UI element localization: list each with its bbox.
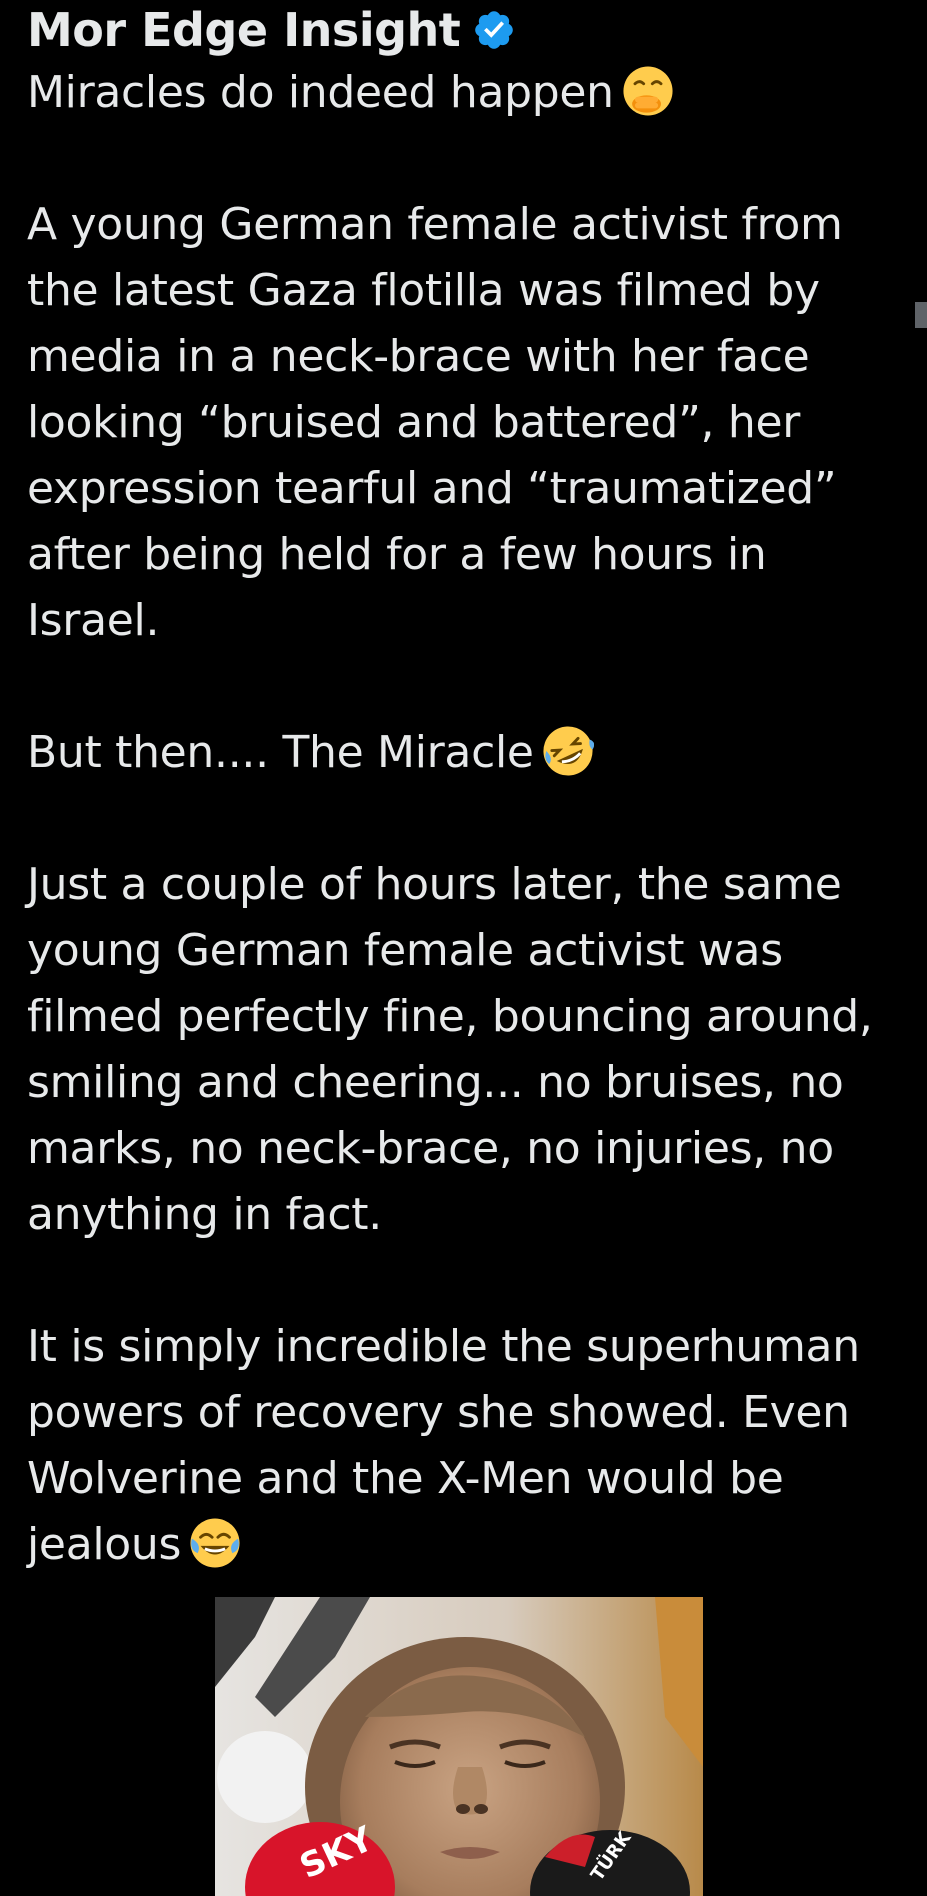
tweet-text: Miracles do indeed happen A young German…	[27, 60, 907, 1578]
scroll-indicator[interactable]	[915, 302, 927, 328]
tweet-paragraph-text: But then.... The Miracle	[27, 727, 534, 778]
face-with-tears-of-joy-emoji	[190, 1518, 240, 1568]
author-row: Mor Edge Insight	[27, 0, 907, 60]
tweet-paragraph: Just a couple of hours later, the same y…	[27, 852, 907, 1248]
tweet-paragraph-text: Miracles do indeed happen	[27, 67, 614, 118]
tweet-post: Mor Edge Insight Miracles do indeed happ…	[27, 0, 907, 1578]
rolling-on-floor-laughing-emoji	[543, 726, 594, 776]
tweet-paragraph-text: Just a couple of hours later, the same y…	[27, 859, 873, 1240]
tweet-paragraph-text: It is simply incredible the superhuman p…	[27, 1321, 860, 1570]
video-thumbnail[interactable]: SKY TÜRK	[215, 1597, 703, 1896]
hand-over-mouth-emoji	[623, 66, 673, 116]
tweet-paragraph: But then.... The Miracle	[27, 720, 907, 786]
video-thumbnail-image: SKY TÜRK	[215, 1597, 703, 1896]
verified-badge-icon[interactable]	[472, 8, 516, 52]
author-name[interactable]: Mor Edge Insight	[27, 3, 461, 57]
tweet-paragraph: A young German female activist from the …	[27, 192, 907, 654]
tweet-paragraph-text: A young German female activist from the …	[27, 199, 843, 646]
tweet-paragraph: Miracles do indeed happen	[27, 60, 907, 126]
tweet-paragraph: It is simply incredible the superhuman p…	[27, 1314, 907, 1578]
